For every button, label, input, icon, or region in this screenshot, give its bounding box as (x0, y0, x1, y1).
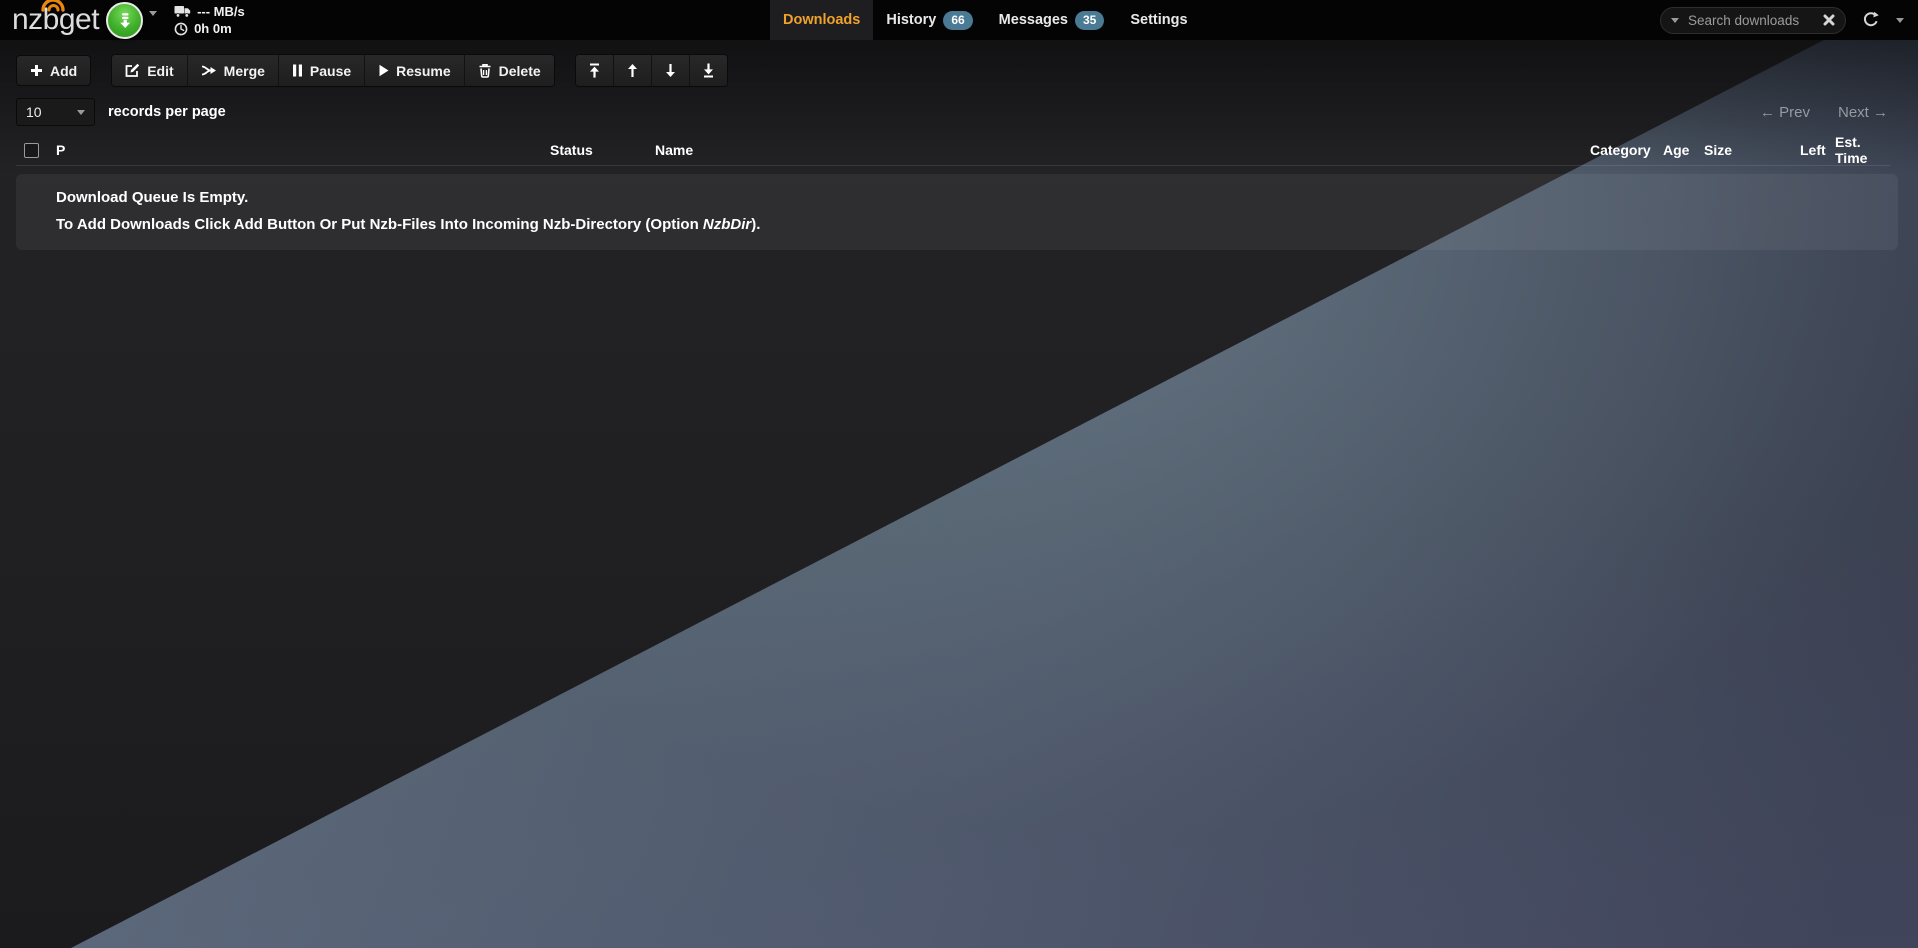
brand-caret-down-icon[interactable] (149, 11, 157, 16)
brand: nzbget (12, 0, 245, 40)
edit-actions-group: Edit Merge Pause (111, 54, 554, 87)
resume-button[interactable]: Resume (364, 55, 463, 86)
search-box (1660, 7, 1846, 34)
column-age: Age (1663, 142, 1704, 158)
move-bottom-icon (702, 63, 715, 78)
delete-button-label: Delete (499, 63, 541, 79)
tab-downloads-label: Downloads (783, 12, 860, 28)
speed-status: --- MB/s (174, 4, 245, 19)
add-button[interactable]: Add (16, 55, 91, 86)
tab-messages[interactable]: Messages 35 (986, 0, 1118, 40)
resume-icon (378, 64, 389, 77)
pagination-row: 10 records per page ← Prev Next → (0, 87, 1918, 126)
navbar: nzbget (0, 0, 1918, 40)
speed-value: --- MB/s (197, 4, 245, 19)
add-icon (30, 64, 43, 77)
resume-button-label: Resume (396, 63, 450, 79)
search-clear-button[interactable] (1823, 14, 1835, 26)
merge-icon (201, 64, 217, 77)
queue-table-header: P Status Name Category Age Size Left Est… (16, 134, 1890, 166)
logo-download-icon (117, 11, 133, 29)
empty-queue-message: Download Queue Is Empty. To Add Download… (16, 174, 1898, 250)
uptime-value: 0h 0m (194, 21, 232, 36)
select-caret-down-icon (77, 110, 85, 115)
tab-settings-label: Settings (1130, 12, 1187, 28)
select-all-checkbox[interactable] (24, 143, 39, 158)
move-down-button[interactable] (651, 55, 689, 86)
delete-icon (478, 63, 492, 78)
column-name: Name (655, 142, 1590, 158)
column-status: Status (550, 142, 655, 158)
messages-count-badge: 35 (1075, 11, 1104, 30)
move-down-icon (664, 63, 677, 78)
nav-tabs: Downloads History 66 Messages 35 Setting… (770, 0, 1201, 40)
edit-icon (125, 63, 140, 78)
pause-button[interactable]: Pause (278, 55, 364, 86)
column-priority: P (56, 142, 550, 158)
refresh-button[interactable] (1862, 11, 1880, 29)
pager: ← Prev Next → (1760, 104, 1888, 121)
pause-button-label: Pause (310, 63, 351, 79)
empty-queue-hint: To Add Downloads Click Add Button Or Put… (56, 216, 1874, 233)
search-input[interactable] (1686, 12, 1816, 29)
tab-history-label: History (886, 12, 936, 28)
edit-button-label: Edit (147, 63, 173, 79)
empty-queue-title: Download Queue Is Empty. (56, 189, 1874, 206)
uptime-icon (174, 22, 188, 36)
column-category: Category (1590, 142, 1663, 158)
records-per-page-label: records per page (108, 104, 226, 120)
status-box: --- MB/s 0h 0m (174, 4, 245, 36)
move-top-icon (588, 63, 601, 78)
tab-settings[interactable]: Settings (1117, 0, 1200, 40)
downloads-page: Add Edit Merge (0, 40, 1918, 250)
delete-button[interactable]: Delete (464, 55, 554, 86)
move-up-button[interactable] (613, 55, 651, 86)
tab-messages-label: Messages (999, 12, 1068, 28)
records-per-page-value: 10 (26, 104, 42, 120)
uptime-status: 0h 0m (174, 21, 245, 36)
prev-page-link[interactable]: ← Prev (1760, 104, 1810, 121)
move-up-icon (626, 63, 639, 78)
move-top-button[interactable] (576, 55, 613, 86)
logo-arc-icon (39, 0, 67, 12)
pause-icon (292, 64, 303, 77)
column-est-time: Est. Time (1835, 134, 1890, 166)
nzbget-app: nzbget (0, 0, 1918, 948)
queue-toolbar: Add Edit Merge (0, 40, 1918, 87)
empty-queue-hint-option: NzbDir (703, 216, 751, 233)
column-left: Left (1800, 142, 1835, 158)
refresh-interval-caret-down-icon[interactable] (1896, 18, 1904, 23)
tab-downloads[interactable]: Downloads (770, 0, 873, 40)
merge-button[interactable]: Merge (187, 55, 278, 86)
empty-queue-hint-suffix: ). (751, 216, 760, 233)
empty-queue-hint-text: To Add Downloads Click Add Button Or Put… (56, 216, 703, 233)
merge-button-label: Merge (224, 63, 265, 79)
move-actions-group (575, 54, 728, 87)
nav-right-controls (1660, 0, 1904, 40)
refresh-icon (1862, 11, 1880, 29)
move-bottom-button[interactable] (689, 55, 727, 86)
logo: nzbget (12, 0, 99, 40)
edit-button[interactable]: Edit (112, 55, 186, 86)
search-options-caret-down-icon[interactable] (1671, 18, 1679, 23)
add-button-label: Add (50, 63, 77, 79)
column-size: Size (1704, 142, 1800, 158)
tab-history[interactable]: History 66 (873, 0, 985, 40)
download-menu-button[interactable] (106, 2, 143, 39)
search-clear-icon (1823, 14, 1835, 26)
records-per-page-select[interactable]: 10 (16, 98, 95, 126)
history-count-badge: 66 (943, 11, 972, 30)
speed-icon (174, 5, 191, 18)
next-page-link[interactable]: Next → (1838, 104, 1888, 121)
